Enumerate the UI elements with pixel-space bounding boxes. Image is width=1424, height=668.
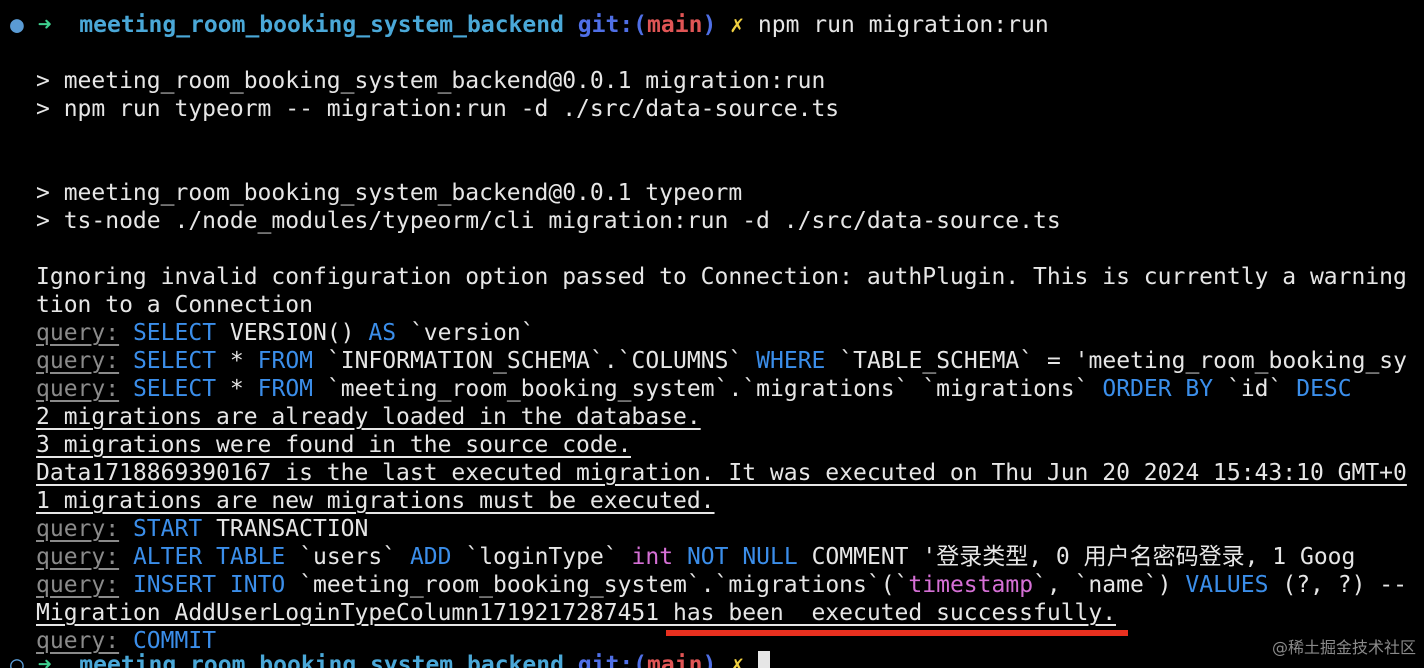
sql-keyword: FROM [257,348,314,374]
query-label: query: [36,572,120,598]
terminal-window[interactable]: ● ➜ meeting_room_booking_system_backend … [0,0,1424,668]
arrow-icon: ➜ [37,652,52,668]
dirty-mark-icon: ✗ [730,652,745,668]
watermark: @稀土掘金技术社区 [1271,638,1416,657]
status-dot-icon: ● [10,12,24,38]
query-line: query: START TRANSACTION [36,515,368,543]
sql-text: (?, ?) -- [1282,572,1407,598]
query-line: query: SELECT * FROM `meeting_room_booki… [36,375,1352,403]
npm-script-line: > meeting_room_booking_system_backend@0.… [36,180,743,206]
prompt-branch: main [647,652,703,668]
sql-keyword: WHERE [756,348,826,374]
log-message: Data1718869390167 is the last executed m… [36,459,1407,487]
sql-keyword: SELECT [132,376,217,402]
log-message: 3 migrations were found in the source co… [36,431,631,459]
sql-text: `id` [1226,376,1283,402]
sql-text: * [229,348,244,374]
query-line: query: SELECT VERSION() AS `version` [36,319,535,347]
log-message-text: 3 migrations were found in the source co… [36,432,632,458]
sql-text: `loginType` [465,544,618,570]
query-line: query: ALTER TABLE `users` ADD `loginTyp… [36,543,1355,571]
prompt-branch: main [647,12,703,38]
sql-text: * [229,376,244,402]
prompt-line: ○ ➜ meeting_room_booking_system_backend … [10,651,770,668]
sql-keyword: FROM [257,376,314,402]
sql-keyword: ALTER TABLE [132,544,286,570]
sql-highlight: timestamp [908,572,1034,598]
log-message-text: 1 migrations are new migrations must be … [36,488,715,514]
prompt-line: ● ➜ meeting_room_booking_system_backend … [10,11,1049,39]
warning-line: tion to a Connection [36,292,313,318]
prompt-git-close: ) [702,652,717,668]
log-message: 1 migrations are new migrations must be … [36,487,715,515]
query-line: query: INSERT INTO `meeting_room_booking… [36,571,1407,599]
npm-script-line: > meeting_room_booking_system_backend@0.… [36,68,826,94]
text-cursor[interactable] [757,651,770,668]
dirty-mark-icon: ✗ [730,12,745,38]
sql-keyword: INSERT INTO [132,572,286,598]
sql-text: `users` [299,544,397,570]
success-message-text: Migration AddUserLoginTypeColumn17192172… [36,600,1117,626]
log-message: 2 migrations are already loaded in the d… [36,403,701,431]
sql-text: `TABLE_SCHEMA` = 'meeting_room_booking_s… [839,348,1407,374]
sql-text: `INFORMATION_SCHEMA`.`COLUMNS` [326,348,743,374]
sql-keyword: AS [368,320,397,346]
sql-text: TRANSACTION [216,516,369,542]
success-message: Migration AddUserLoginTypeColumn17192172… [36,599,1116,627]
npm-script-line: > ts-node ./node_modules/typeorm/cli mig… [36,208,1061,234]
sql-type: int [631,544,674,570]
sql-text: `meeting_room_booking_system`.`migration… [299,572,909,598]
sql-keyword: ORDER BY [1102,376,1214,402]
sql-keyword: NOT NULL [686,544,798,570]
sql-keyword: ADD [409,544,452,570]
log-message-text: 2 migrations are already loaded in the d… [36,404,701,430]
sql-text: `, `name`) [1033,572,1172,598]
query-label: query: [36,376,120,402]
prompt-git-open: git:( [577,12,648,38]
log-message-text: Data1718869390167 is the last executed m… [36,460,1407,486]
query-label: query: [36,348,120,374]
sql-text: COMMENT '登录类型, 0 用户名密码登录, 1 Goog [811,544,1356,570]
npm-script-line: > npm run typeorm -- migration:run -d ./… [36,96,840,122]
sql-text: `meeting_room_booking_system`.`migration… [326,376,1089,402]
query-line: query: SELECT * FROM `INFORMATION_SCHEMA… [36,347,1407,375]
sql-keyword: SELECT [132,320,217,346]
sql-keyword: SELECT [132,348,217,374]
prompt-directory: meeting_room_booking_system_backend [79,652,564,668]
sql-keyword: DESC [1296,376,1352,402]
sql-text: `version` [409,320,535,346]
sql-text: VERSION() [229,320,355,346]
sql-keyword: VALUES [1185,572,1269,598]
status-dot-icon: ○ [10,652,24,668]
highlight-underline [666,630,1128,636]
query-label: query: [36,516,120,542]
prompt-directory: meeting_room_booking_system_backend [79,12,564,38]
arrow-icon: ➜ [37,12,52,38]
prompt-git-open: git:( [577,652,648,668]
sql-keyword: START [132,516,203,542]
prompt-command: npm run migration:run [757,12,1049,38]
warning-line: Ignoring invalid configuration option pa… [36,264,1407,290]
query-label: query: [36,320,120,346]
prompt-git-close: ) [702,12,717,38]
query-label: query: [36,544,120,570]
